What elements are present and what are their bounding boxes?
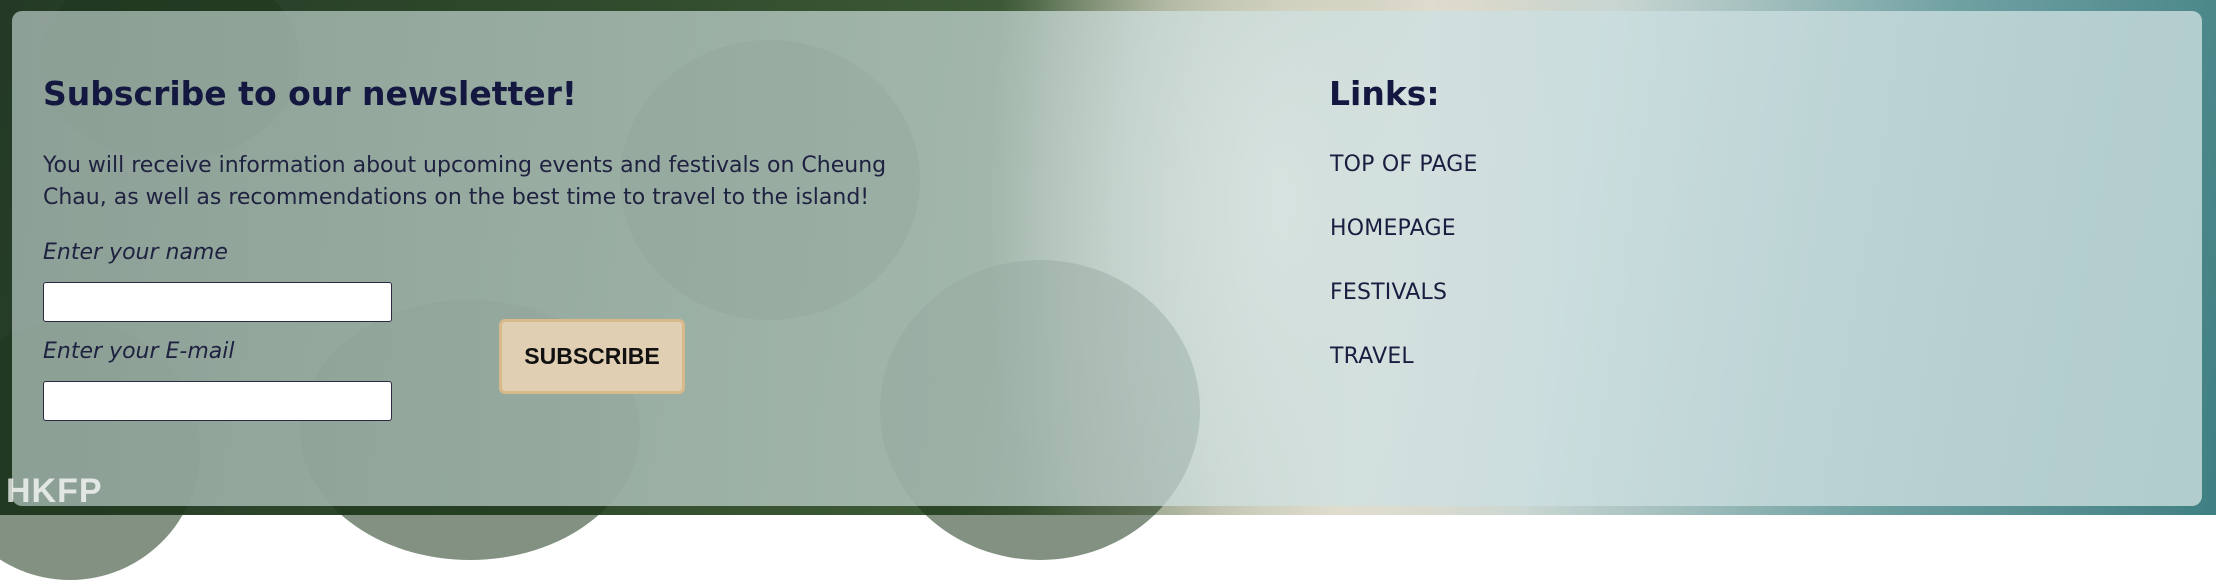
- subscribe-button[interactable]: SUBSCRIBE: [499, 319, 685, 394]
- link-festivals[interactable]: FESTIVALS: [1330, 280, 1447, 305]
- link-homepage[interactable]: HOMEPAGE: [1330, 216, 1456, 241]
- email-input[interactable]: [43, 381, 392, 421]
- link-travel[interactable]: TRAVEL: [1330, 344, 1414, 369]
- link-top-of-page[interactable]: TOP OF PAGE: [1330, 152, 1478, 177]
- name-label: Enter your name: [43, 240, 228, 265]
- name-input[interactable]: [43, 282, 392, 322]
- newsletter-description: You will receive information about upcom…: [43, 153, 887, 210]
- newsletter-title: Subscribe to our newsletter!: [43, 74, 577, 113]
- links-title: Links:: [1329, 74, 1440, 113]
- hkfp-watermark-logo: HKFP: [6, 472, 103, 510]
- email-label: Enter your E-mail: [43, 339, 235, 364]
